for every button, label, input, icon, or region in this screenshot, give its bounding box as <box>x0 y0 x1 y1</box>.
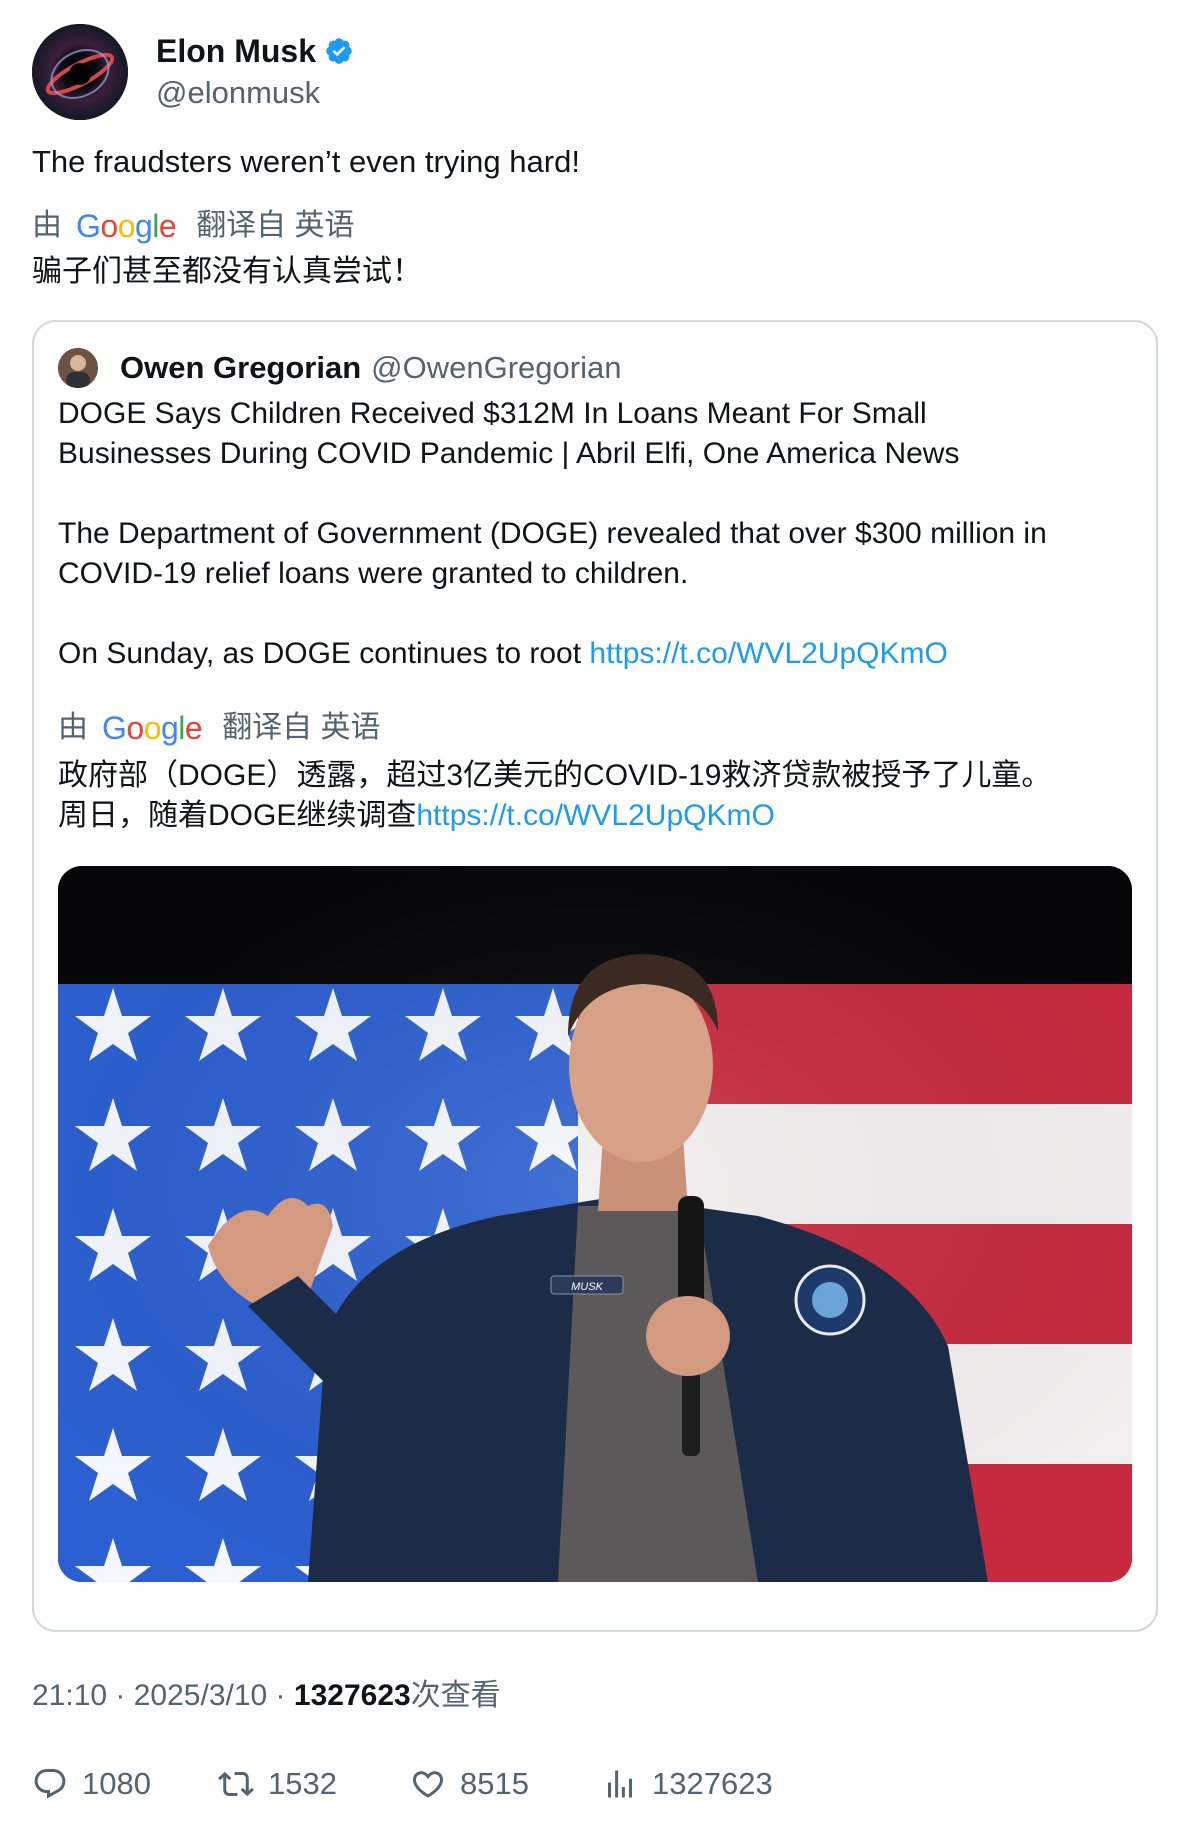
tweet-text: The fraudsters weren’t even trying hard! <box>32 144 580 179</box>
translated-from-label: 翻译自 英语 <box>222 711 381 744</box>
quoted-line: The Department of Government (DOGE) reve… <box>58 517 1047 550</box>
quoted-line: COVID-19 relief loans were granted to ch… <box>58 557 689 590</box>
tweet-date[interactable]: 2025/3/10 <box>134 1679 267 1712</box>
quoted-translation-attribution[interactable]: 由 Google 翻译自 英语 <box>58 708 381 748</box>
author-handle[interactable]: @elonmusk <box>156 73 354 113</box>
author-avatar[interactable] <box>32 24 128 120</box>
translated-from-label: 翻译自 英语 <box>196 209 355 242</box>
like-icon <box>412 1771 444 1798</box>
quoted-tweet-text: DOGE Says Children Received $312M In Loa… <box>58 394 1138 674</box>
reply-icon <box>34 1769 66 1799</box>
meta-separator: · <box>267 1679 294 1712</box>
quoted-author-avatar <box>58 348 98 388</box>
tweet-views-count: 1327623 <box>293 1679 411 1712</box>
tweet-meta: 21:10 · 2025/3/10 · 1327623次查看 <box>32 1676 501 1716</box>
author-display-name[interactable]: Elon Musk <box>156 31 316 71</box>
tweet-header: Elon Musk @elonmusk <box>32 24 354 120</box>
reply-count: 1080 <box>82 1766 151 1801</box>
google-logo: Google <box>76 208 177 244</box>
repost-button[interactable]: 1532 <box>218 1762 337 1806</box>
views-icon <box>608 1770 632 1798</box>
quoted-line: Businesses During COVID Pandemic | Abril… <box>58 437 960 470</box>
quoted-author-display-name: Owen Gregorian <box>120 350 362 385</box>
translated-by-label: 由 <box>58 711 88 744</box>
like-button[interactable]: 8515 <box>410 1762 529 1806</box>
quoted-media-image[interactable]: MUSK <box>58 866 1132 1582</box>
quoted-translated-text: 政府部（DOGE）透露，超过3亿美元的COVID-19救济贷款被授予了儿童。 周… <box>58 756 1138 836</box>
tweet-time[interactable]: 21:10 <box>32 1679 107 1712</box>
meta-separator: · <box>107 1679 134 1712</box>
google-logo: Google <box>102 710 203 746</box>
quoted-line: DOGE Says Children Received $312M In Loa… <box>58 397 927 430</box>
tweet-views-suffix: 次查看 <box>410 1679 501 1712</box>
quoted-tweet-card[interactable]: Owen Gregorian @OwenGregorian DOGE Says … <box>32 320 1158 1632</box>
verified-badge-icon <box>326 38 352 64</box>
quoted-link[interactable]: https://t.co/WVL2UpQKmO <box>589 637 947 670</box>
quoted-translated-line: 政府部（DOGE）透露，超过3亿美元的COVID-19救济贷款被授予了儿童。 <box>58 759 1052 792</box>
quoted-translated-line: 周日，随着DOGE继续调查 <box>58 799 417 832</box>
like-count: 8515 <box>460 1766 529 1801</box>
tweet-translated-text: 骗子们甚至都没有认真尝试！ <box>32 255 422 288</box>
views-count: 1327623 <box>652 1766 773 1801</box>
jacket-name-tag: MUSK <box>571 1281 603 1293</box>
tweet-actions-bar: 1080 1532 8515 1327623 <box>32 1762 1172 1806</box>
quoted-author-handle: @OwenGregorian <box>371 350 622 385</box>
views-button[interactable]: 1327623 <box>602 1762 773 1806</box>
quoted-line: On Sunday, as DOGE continues to root <box>58 637 590 670</box>
repost-icon <box>218 1771 254 1797</box>
translation-attribution[interactable]: 由 Google 翻译自 英语 <box>32 206 355 246</box>
quoted-translated-link[interactable]: https://t.co/WVL2UpQKmO <box>416 799 774 832</box>
reply-button[interactable]: 1080 <box>32 1762 151 1806</box>
repost-count: 1532 <box>268 1766 337 1801</box>
translated-by-label: 由 <box>32 209 62 242</box>
